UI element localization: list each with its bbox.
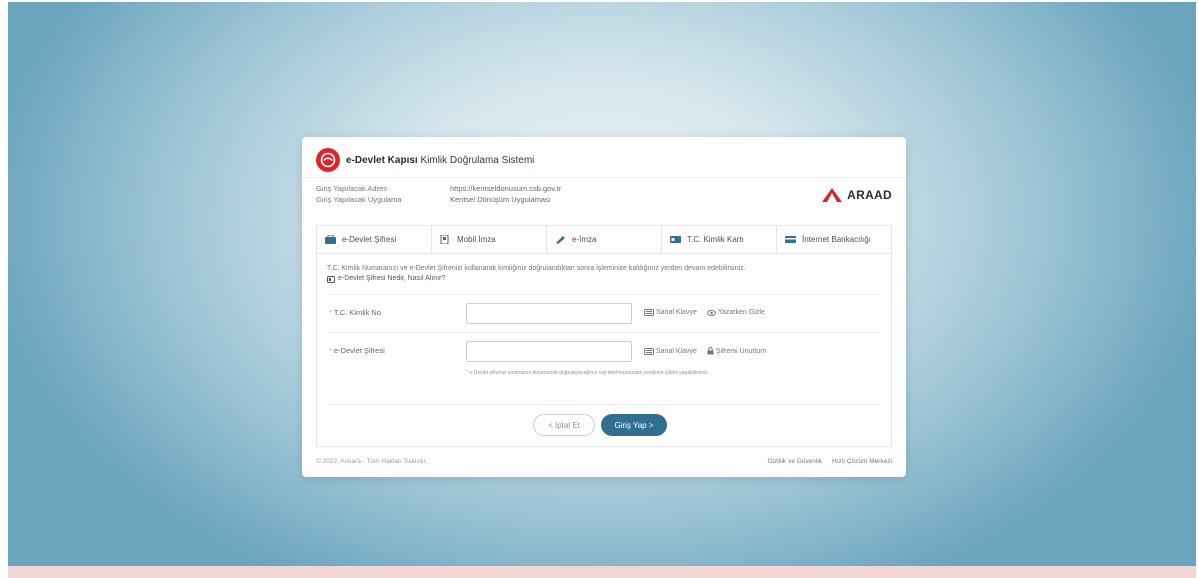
brand-name: e-Devlet Kapısı	[346, 154, 418, 166]
tc-no-label-text: T.C. Kimlik No	[333, 308, 382, 317]
partner-logo: ARAAD	[821, 187, 892, 203]
araad-logo-icon	[822, 188, 843, 202]
password-help-link[interactable]: e-Devlet Şifresi Nedir, Nasıl Alınır?	[327, 274, 887, 284]
tc-no-label: * T.C. Kimlik No	[329, 308, 382, 317]
system-name: Kimlik Doğrulama Sistemi	[417, 154, 535, 166]
e-devlet-logo-icon	[316, 148, 340, 172]
pen-signature-icon	[556, 236, 565, 244]
application-label: Giriş Yapılacak Uygulama	[316, 195, 402, 204]
hide-while-typing-toggle[interactable]: Yazarken Gizle	[706, 309, 765, 316]
login-form-panel: T.C. Kimlik Numaranızı ve e-Devlet Şifre…	[316, 253, 892, 447]
bank-card-icon	[785, 236, 796, 243]
help-center-link[interactable]: Hızlı Çözüm Merkezi	[832, 458, 892, 465]
password-note: * e-Devlet şifrenizi unutmanız durumunda…	[466, 370, 710, 376]
tc-virtual-keyboard-button[interactable]: Sanal Klavye	[644, 309, 697, 316]
key-card-icon	[325, 235, 336, 244]
page-title: e-Devlet Kapısı Kimlik Doğrulama Sistemi	[346, 155, 534, 166]
login-button[interactable]: Giriş Yap >	[601, 414, 667, 436]
copyright-text: © 2022, Ankara - Tüm Hakları Saklıdır.	[316, 458, 428, 465]
password-virtual-keyboard-button[interactable]: Sanal Klavye	[644, 347, 697, 355]
tc-no-tools: Sanal Klavye Yazarken Gizle	[644, 309, 765, 316]
tab-label: e-İmza	[572, 235, 597, 244]
application-row: Giriş Yapılacak Uygulama Kentsel Dönüşüm…	[316, 194, 561, 205]
tab-internet-banking[interactable]: İnternet Bankacılığı	[777, 226, 891, 253]
forgot-password-link[interactable]: Şifremi Unuttum	[707, 347, 766, 355]
forgot-password-label: Şifremi Unuttum	[715, 347, 767, 355]
tab-label: İnternet Bankacılığı	[802, 235, 871, 244]
login-target-info: Giriş Yapılacak Adres https://kentseldon…	[316, 183, 561, 205]
divider	[327, 294, 881, 295]
privacy-link[interactable]: Gizlilik ve Güvenlik	[767, 458, 822, 465]
keyboard-icon	[644, 309, 654, 316]
header-divider	[302, 177, 906, 178]
tab-mobile-signature[interactable]: Mobil İmza	[432, 226, 547, 253]
password-tools: Sanal Klavye Şifremi Unuttum	[644, 347, 766, 355]
id-card-icon	[670, 236, 681, 243]
divider	[327, 404, 881, 405]
lock-icon	[707, 347, 714, 355]
tab-e-signature[interactable]: e-İmza	[547, 226, 662, 253]
hide-while-typing-label: Yazarken Gizle	[717, 309, 765, 316]
divider	[327, 332, 881, 333]
password-label: * e-Devlet Şifresi	[329, 346, 385, 355]
address-label: Giriş Yapılacak Adres	[316, 184, 388, 193]
footer-links: Gizlilik ve Güvenlik Hızlı Çözüm Merkezi	[767, 458, 892, 465]
tab-label: e-Devlet Şifresi	[342, 235, 397, 244]
password-input[interactable]	[466, 341, 632, 362]
address-row: Giriş Yapılacak Adres https://kentseldon…	[316, 183, 561, 194]
tab-e-devlet-password[interactable]: e-Devlet Şifresi	[317, 226, 432, 253]
description-text: T.C. Kimlik Numaranızı ve e-Devlet Şifre…	[327, 265, 746, 272]
password-help-link-text: e-Devlet Şifresi Nedir, Nasıl Alınır?	[338, 275, 446, 282]
mobile-signature-icon	[440, 235, 449, 244]
address-value: https://kentseldonusum.csb.gov.tr	[450, 184, 562, 193]
application-value: Kentsel Dönüşüm Uygulaması	[450, 195, 551, 204]
login-card: e-Devlet Kapısı Kimlik Doğrulama Sistemi…	[302, 137, 906, 477]
eye-icon	[706, 309, 716, 316]
tab-id-card[interactable]: T.C. Kimlik Kartı	[662, 226, 777, 253]
info-card-icon	[327, 275, 335, 283]
tc-no-input[interactable]	[466, 303, 632, 324]
auth-method-tabs: e-Devlet Şifresi Mobil İmza e-İmza T.C. …	[316, 225, 892, 253]
password-label-text: e-Devlet Şifresi	[333, 346, 385, 355]
bottom-strip	[8, 566, 1196, 578]
form-description: T.C. Kimlik Numaranızı ve e-Devlet Şifre…	[327, 264, 887, 284]
cancel-button[interactable]: < İptal Et	[533, 414, 595, 436]
password-virtual-keyboard-label: Sanal Klavye	[656, 347, 697, 355]
tab-label: T.C. Kimlik Kartı	[687, 235, 744, 244]
partner-logo-text: ARAAD	[847, 188, 892, 202]
keyboard-icon	[644, 347, 654, 355]
card-header: e-Devlet Kapısı Kimlik Doğrulama Sistemi	[316, 147, 534, 173]
tc-virtual-keyboard-label: Sanal Klavye	[656, 309, 697, 316]
tab-label: Mobil İmza	[457, 235, 496, 244]
